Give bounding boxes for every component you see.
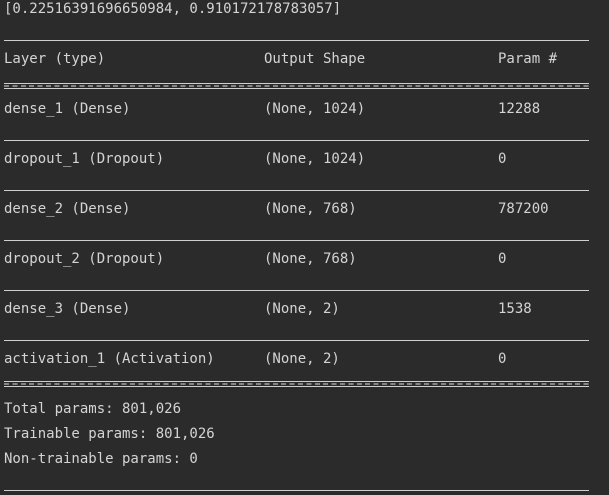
layer-shape: (None, 1024) [264,101,366,117]
layer-shape: (None, 1024) [264,151,366,167]
table-row: dense_1 (Dense) (None, 1024) 12288 [4,97,540,122]
table-header: Layer (type) Output Shape Param # [4,47,557,72]
layer-name: dense_2 (Dense) [4,201,131,217]
layer-name: dropout_2 (Dropout) [4,251,165,267]
layer-name: dropout_1 (Dropout) [4,151,165,167]
header-params: Param # [498,51,558,67]
header-separator [4,83,589,89]
row-divider [4,240,589,241]
total-params: Total params: 801,026 [4,401,182,417]
row-divider [4,140,589,141]
layer-name: dense_3 (Dense) [4,301,131,317]
top-divider [4,40,589,41]
table-row: dense_2 (Dense) (None, 768) 787200 [4,197,549,222]
row-divider [4,190,589,191]
layer-shape: (None, 768) [264,251,357,267]
header-layer: Layer (type) [4,51,106,67]
layer-params: 0 [498,151,507,167]
table-row: dropout_2 (Dropout) (None, 768) 0 [4,247,506,272]
trainable-params: Trainable params: 801,026 [4,426,215,442]
layer-name: dense_1 (Dense) [4,101,131,117]
layer-name: activation_1 (Activation) [4,351,215,367]
summary-separator [4,381,589,387]
row-divider [4,340,589,341]
layer-shape: (None, 2) [264,301,340,317]
layer-params: 1538 [498,301,532,317]
layer-params: 787200 [498,201,549,217]
table-row: dense_3 (Dense) (None, 2) 1538 [4,297,532,322]
layer-shape: (None, 768) [264,201,357,217]
layer-params: 0 [498,251,507,267]
table-row: dropout_1 (Dropout) (None, 1024) 0 [4,147,506,172]
evaluation-result: [0.22516391696650984, 0.910172178783057] [4,1,342,17]
layer-params: 0 [498,351,507,367]
table-row: activation_1 (Activation) (None, 2) 0 [4,347,506,372]
layer-params: 12288 [498,101,541,117]
header-output-shape: Output Shape [264,51,366,67]
non-trainable-params: Non-trainable params: 0 [4,451,198,467]
row-divider [4,290,589,291]
layer-shape: (None, 2) [264,351,340,367]
bottom-divider [4,490,589,491]
